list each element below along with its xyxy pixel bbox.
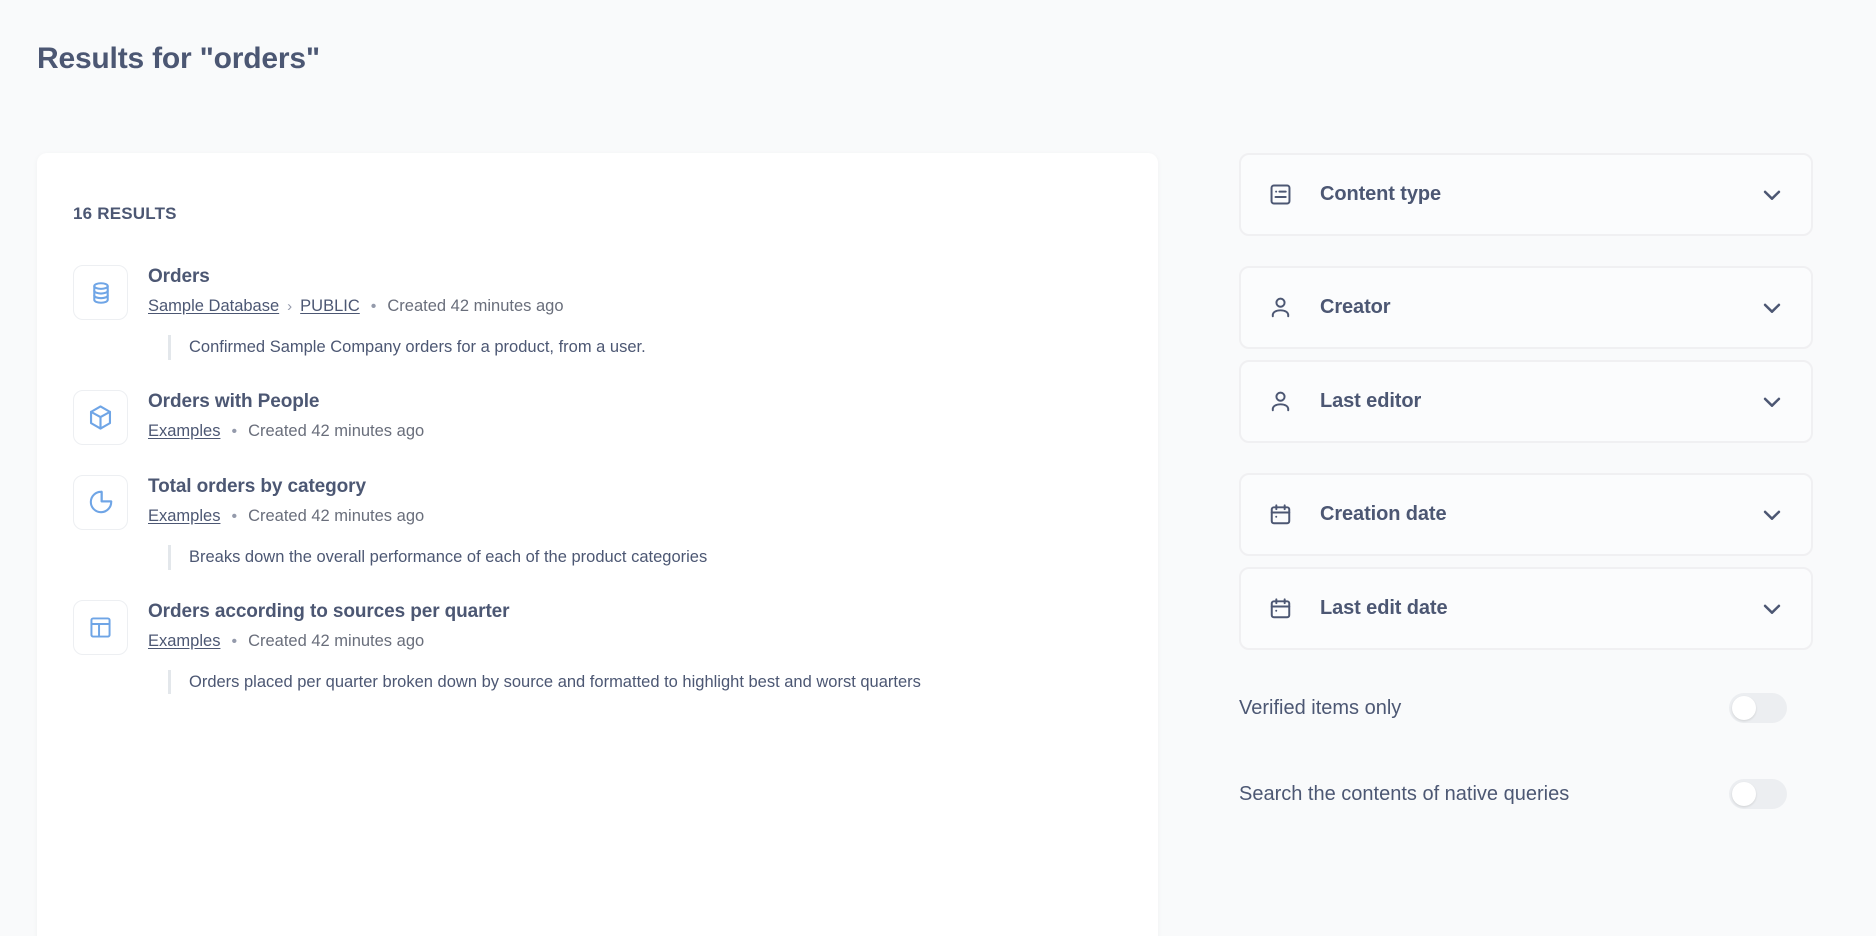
chevron-down-icon[interactable] [1759,596,1785,622]
result-description: Breaks down the overall performance of e… [168,544,1048,570]
result-text-block: Orders with People Examples • Created 42… [148,388,1122,443]
toggle-switch[interactable] [1729,693,1787,723]
result-title[interactable]: Total orders by category [148,475,1122,499]
filter-label: Last editor [1320,390,1422,412]
result-meta: Sample Database › PUBLIC • Created 42 minu… [148,296,1122,317]
result-header-row: Orders Sample Database › PUBLIC • Created … [73,263,1122,320]
filter-label: Last edit date [1320,597,1448,619]
toggle-knob [1732,696,1756,720]
chevron-down-icon[interactable] [1759,389,1785,415]
result-text-block: Total orders by category Examples • Crea… [148,473,1122,528]
search-result-item[interactable]: Orders with People Examples • Created 42… [37,374,1158,459]
content-type-icon [1267,182,1293,208]
result-header-row: Total orders by category Examples • Crea… [73,473,1122,530]
database-icon [73,265,128,320]
result-title[interactable]: Orders [148,265,1122,289]
breadcrumb-link[interactable]: Examples [148,632,220,650]
breadcrumb-link[interactable]: Examples [148,507,220,525]
chevron-down-icon[interactable] [1759,502,1785,528]
search-result-item[interactable]: Orders according to sources per quarter … [37,584,1158,709]
result-description: Orders placed per quarter broken down by… [168,669,1048,695]
filter-dropdown-creation-date[interactable]: Creation date [1239,473,1813,556]
filter-label: Creator [1320,296,1391,318]
toggle-row-verified-items-only[interactable]: Verified items only [1239,680,1813,736]
result-timestamp: Created 42 minutes ago [248,422,425,441]
breadcrumb-link[interactable]: Sample Database [148,297,279,315]
result-timestamp: Created 42 minutes ago [387,297,564,316]
breadcrumb: Examples [148,506,220,527]
results-count-label: 16 RESULTS [73,204,177,223]
calendar-icon [1267,596,1293,622]
breadcrumb-separator-icon: › [287,298,293,316]
page-title: Results for "orders" [37,42,320,75]
breadcrumb: Examples [148,631,220,652]
search-result-item[interactable]: Orders Sample Database › PUBLIC • Created … [37,249,1158,374]
result-timestamp: Created 42 minutes ago [248,631,425,650]
search-result-item[interactable]: Total orders by category Examples • Crea… [37,459,1158,584]
chevron-down-icon[interactable] [1759,182,1785,208]
person-icon [1267,389,1293,415]
calendar-icon [1267,502,1293,528]
meta-separator-dot: • [231,422,238,440]
toggle-switch[interactable] [1729,779,1787,809]
table-grid-icon [73,599,128,655]
result-description: Confirmed Sample Company orders for a pr… [168,335,1048,360]
filter-dropdown-last-edit-date[interactable]: Last edit date [1239,567,1813,650]
person-icon [1267,295,1293,321]
toggle-label: Search the contents of native queries [1239,782,1570,805]
result-timestamp: Created 42 minutes ago [248,507,425,526]
results-card: 16 RESULTS Orders Sample Database › PUBLIC… [37,153,1158,936]
filter-label: Creation date [1320,503,1447,525]
result-header-row: Orders according to sources per quarter … [73,598,1122,655]
breadcrumb-link[interactable]: PUBLIC [300,297,360,315]
filter-dropdown-content-type[interactable]: Content type [1239,153,1813,236]
result-meta: Examples • Created 42 minutes ago [148,421,1122,442]
meta-separator-dot: • [370,298,377,316]
filter-dropdown-last-editor[interactable]: Last editor [1239,360,1813,443]
filter-dropdown-creator[interactable]: Creator [1239,266,1813,349]
result-text-block: Orders Sample Database › PUBLIC • Created … [148,263,1122,318]
filters-sidebar: Content type Creator Last editor Creatio… [1239,153,1813,822]
result-title[interactable]: Orders according to sources per quarter [148,600,1122,624]
result-meta: Examples • Created 42 minutes ago [148,506,1122,527]
result-meta: Examples • Created 42 minutes ago [148,631,1122,652]
results-list: Orders Sample Database › PUBLIC • Created … [37,249,1158,708]
result-text-block: Orders according to sources per quarter … [148,598,1122,653]
breadcrumb: Sample Database › PUBLIC [148,296,360,317]
toggle-label: Verified items only [1239,696,1402,719]
breadcrumb-link[interactable]: Examples [148,422,220,440]
meta-separator-dot: • [231,632,238,650]
meta-separator-dot: • [231,507,238,525]
search-results-page: Results for "orders" 16 RESULTS Orders S… [0,0,1876,936]
chevron-down-icon[interactable] [1759,295,1785,321]
model-cube-icon [73,389,128,445]
toggle-knob [1732,782,1756,806]
toggle-row-search-the-contents-of-native-queries[interactable]: Search the contents of native queries [1239,766,1813,822]
breadcrumb: Examples [148,421,220,442]
pie-chart-icon [73,474,128,530]
result-header-row: Orders with People Examples • Created 42… [73,388,1122,445]
filter-label: Content type [1320,183,1442,205]
result-title[interactable]: Orders with People [148,390,1122,414]
